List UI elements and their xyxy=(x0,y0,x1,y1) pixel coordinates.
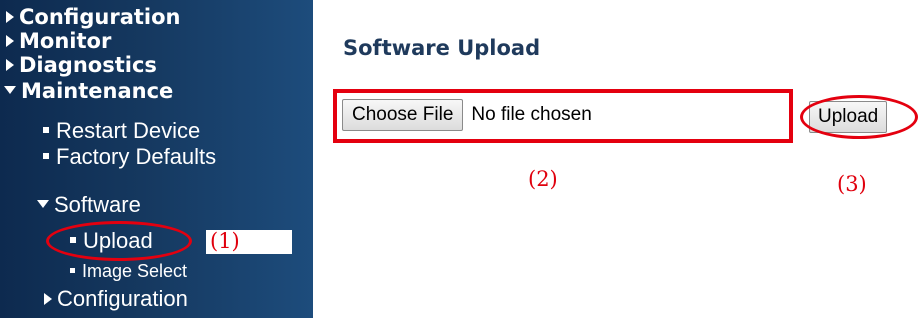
sidebar-item-restart-device[interactable]: Restart Device xyxy=(43,119,200,143)
annotation-circle-upload xyxy=(46,221,192,261)
annotation-rect-file-input xyxy=(333,89,793,143)
triangle-right-icon xyxy=(6,35,14,47)
sidebar-item-label: Configuration xyxy=(19,5,181,29)
sidebar-item-label: Monitor xyxy=(19,29,112,53)
page: Configuration Monitor Diagnostics Mainte… xyxy=(0,0,922,318)
annotation-step-1: (1) xyxy=(210,229,240,253)
sidebar-item-maintenance[interactable]: Maintenance xyxy=(4,79,173,103)
bullet-icon xyxy=(43,153,49,159)
sidebar-item-diagnostics[interactable]: Diagnostics xyxy=(6,53,157,77)
annotation-step-3: (3) xyxy=(837,172,867,196)
sidebar-item-factory-defaults[interactable]: Factory Defaults xyxy=(43,145,216,169)
sidebar-item-monitor[interactable]: Monitor xyxy=(6,29,111,53)
sidebar-item-configuration[interactable]: Configuration xyxy=(6,5,180,29)
annotation-step-2: (2) xyxy=(528,167,558,191)
bullet-icon xyxy=(43,127,49,133)
sidebar-nav: Configuration Monitor Diagnostics Mainte… xyxy=(0,0,313,318)
sidebar-item-configuration-sub[interactable]: Configuration xyxy=(44,287,188,311)
sidebar-item-label: Software xyxy=(54,192,141,217)
annotation-circle-upload-button xyxy=(800,95,918,139)
sidebar-item-label: Image Select xyxy=(82,261,188,281)
triangle-right-icon xyxy=(6,59,14,71)
sidebar-item-label: Diagnostics xyxy=(19,53,157,77)
triangle-right-icon xyxy=(6,11,14,23)
bullet-icon xyxy=(70,268,75,273)
sidebar-item-software[interactable]: Software xyxy=(37,194,141,216)
sidebar-item-label: Configuration xyxy=(57,286,188,311)
sidebar-item-image-select[interactable]: Image Select xyxy=(70,261,187,281)
triangle-down-icon xyxy=(37,200,49,208)
triangle-right-icon xyxy=(44,293,52,305)
page-title: Software Upload xyxy=(343,36,541,60)
sidebar-item-label: Factory Defaults xyxy=(56,144,217,169)
sidebar-item-label: Maintenance xyxy=(21,79,174,103)
sidebar-item-label: Restart Device xyxy=(56,118,201,143)
triangle-down-icon xyxy=(4,86,16,94)
